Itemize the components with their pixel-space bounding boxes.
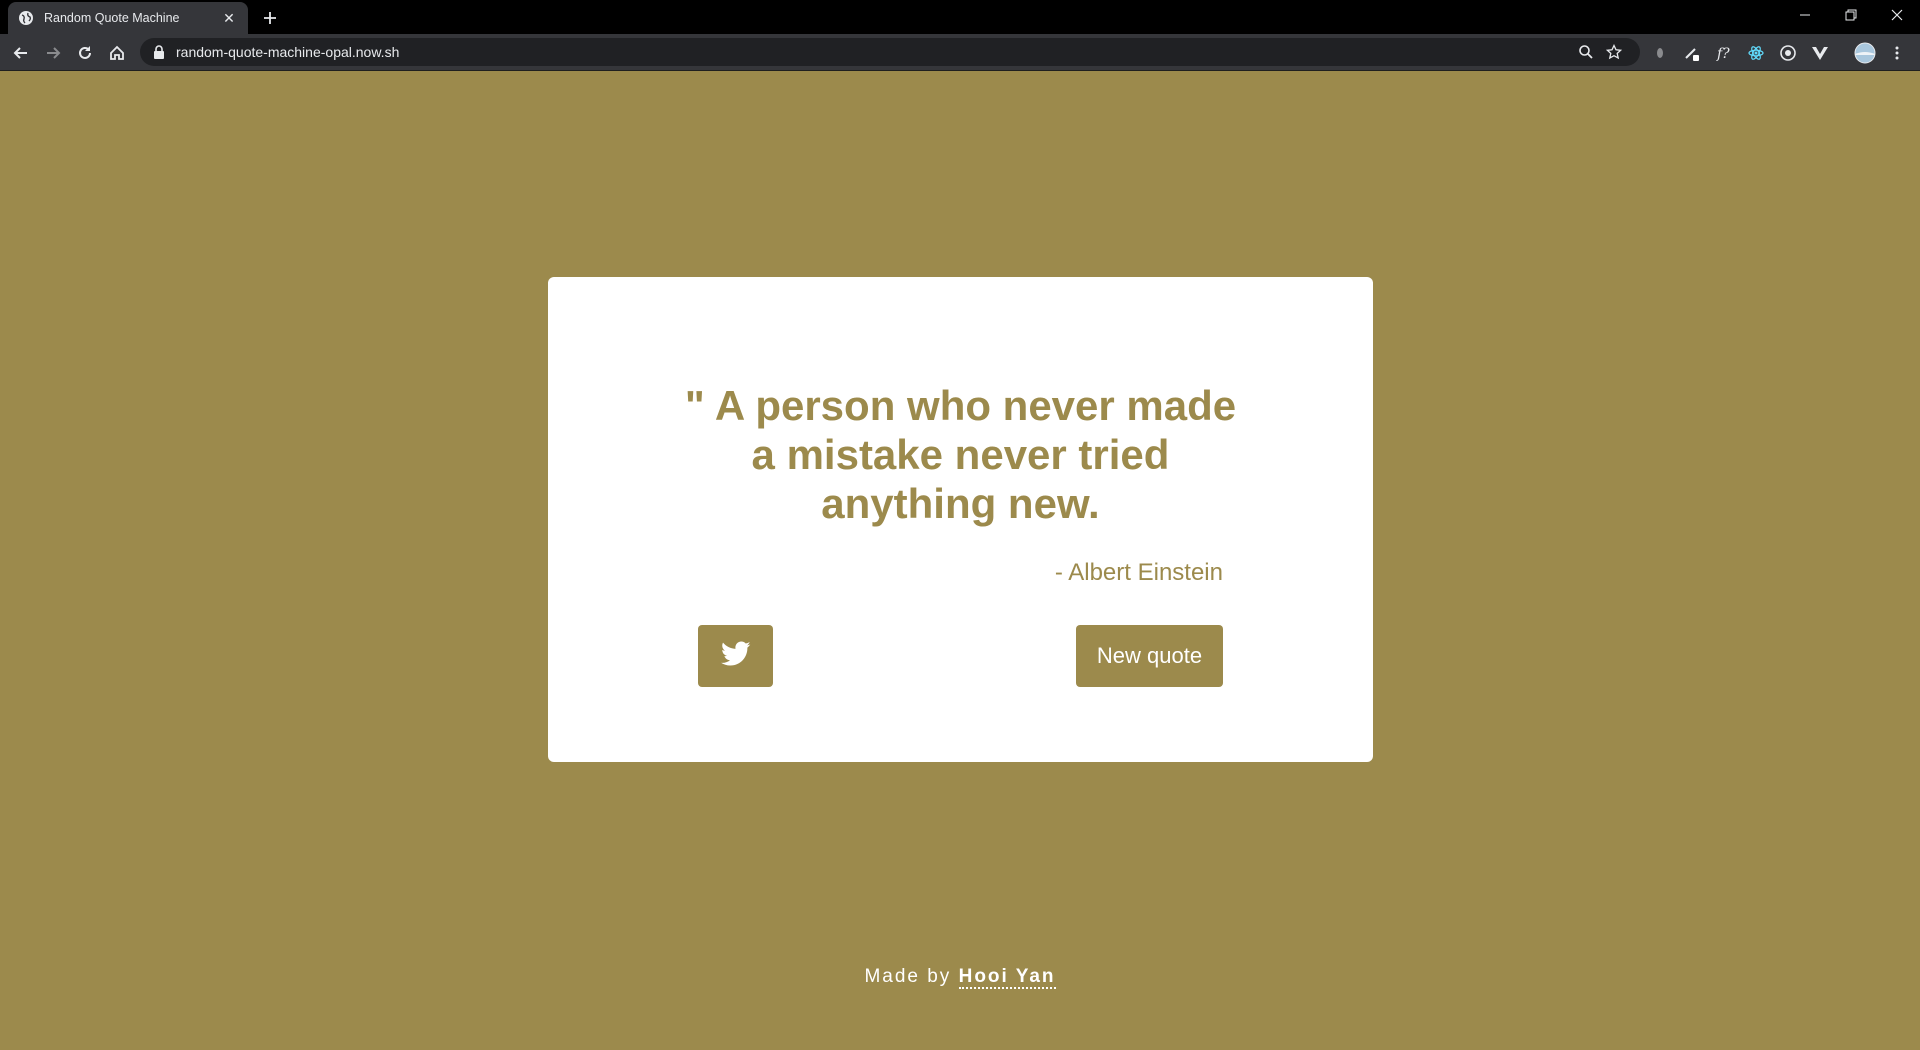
new-quote-button[interactable]: New quote <box>1076 625 1223 687</box>
browser-toolbar: random-quote-machine-opal.now.sh f? <box>0 34 1920 71</box>
zoom-icon[interactable] <box>1572 40 1600 64</box>
reload-icon[interactable] <box>72 40 98 66</box>
quote-text: " A person who never made a mistake neve… <box>684 382 1237 527</box>
bookmark-star-icon[interactable] <box>1600 40 1628 64</box>
tweet-quote-button[interactable] <box>698 625 773 687</box>
window-controls <box>1782 0 1920 30</box>
extension-fonts-icon[interactable]: f? <box>1712 40 1736 66</box>
twitter-icon <box>720 641 751 672</box>
footer: Made by Hooi Yan <box>0 966 1920 989</box>
quote-author: - Albert Einstein <box>1054 559 1223 586</box>
browser-menu-icon[interactable] <box>1885 40 1909 66</box>
globe-icon <box>18 10 34 26</box>
close-tab-icon[interactable]: ✕ <box>220 9 238 27</box>
quote-box: " A person who never made a mistake neve… <box>548 277 1373 762</box>
close-window-icon[interactable] <box>1874 0 1920 30</box>
vue-devtools-icon[interactable] <box>1808 40 1832 66</box>
author-link[interactable]: Hooi Yan <box>958 966 1056 989</box>
back-icon[interactable] <box>8 40 34 66</box>
svg-text:f?: f? <box>1716 46 1730 62</box>
lock-icon[interactable] <box>152 45 166 59</box>
extension-target-icon[interactable] <box>1776 40 1800 66</box>
footer-prefix: Made by <box>864 966 952 987</box>
react-devtools-icon[interactable] <box>1744 40 1768 66</box>
extension-bulb-icon[interactable] <box>1648 40 1672 66</box>
forward-icon[interactable] <box>40 40 66 66</box>
url-text[interactable]: random-quote-machine-opal.now.sh <box>176 44 1572 60</box>
restore-icon[interactable] <box>1828 0 1874 30</box>
extension-pen-icon[interactable] <box>1680 40 1704 66</box>
browser-tab[interactable]: Random Quote Machine ✕ <box>8 2 248 34</box>
profile-avatar-icon[interactable] <box>1853 40 1877 66</box>
address-bar[interactable]: random-quote-machine-opal.now.sh <box>140 38 1640 66</box>
browser-tab-bar: Random Quote Machine ✕ <box>0 0 1920 34</box>
tab-title: Random Quote Machine <box>44 11 180 25</box>
minimize-icon[interactable] <box>1782 0 1828 30</box>
new-tab-icon[interactable] <box>258 6 282 30</box>
home-icon[interactable] <box>104 40 130 66</box>
